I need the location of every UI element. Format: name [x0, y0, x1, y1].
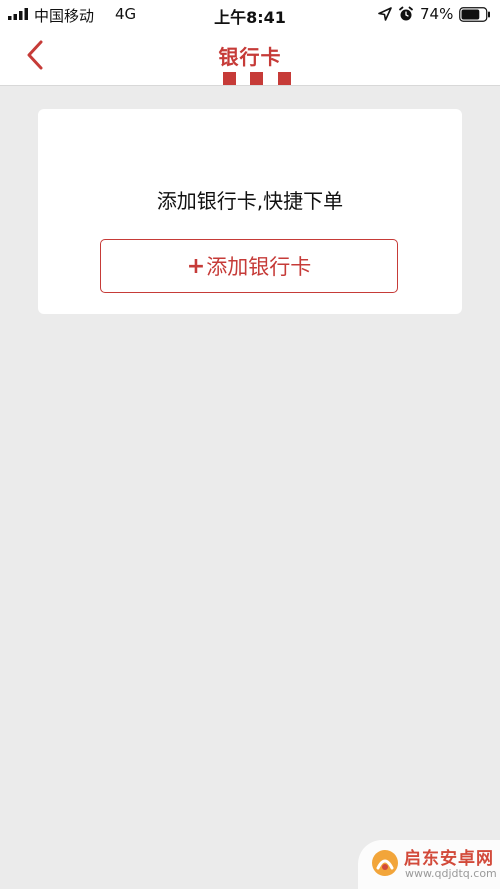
alarm-clock-icon [399, 6, 413, 21]
status-bar: 中国移动 4G 上午8:41 74% [0, 0, 500, 28]
add-bank-card-button[interactable]: + 添加银行卡 [100, 239, 398, 293]
page-title: 银行卡 [218, 45, 282, 69]
watermark-name: 启东安卓网 [404, 849, 494, 869]
empty-state-message: 添加银行卡,快捷下单 [156, 189, 344, 213]
navigation-bar: 银行卡 [0, 28, 500, 86]
title-underline-indicator [223, 72, 291, 85]
battery-percent: 74% [420, 5, 454, 23]
add-bank-card-label: 添加银行卡 [206, 255, 312, 279]
location-arrow-icon [378, 7, 392, 21]
bank-card-empty-panel: 添加银行卡,快捷下单 + 添加银行卡 [38, 109, 462, 314]
battery-icon [459, 7, 490, 22]
watermark-logo-icon [372, 850, 398, 876]
watermark-url: www.qdjdtq.com [405, 867, 497, 880]
site-watermark: 启东安卓网 www.qdjdtq.com [358, 840, 500, 889]
plus-icon: + [186, 253, 206, 279]
